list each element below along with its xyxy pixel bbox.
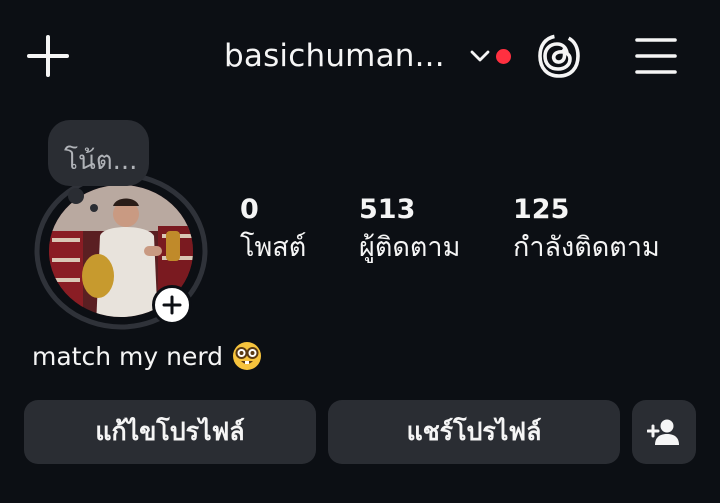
notification-dot — [496, 49, 511, 64]
stat-posts-label: โพสต์ — [240, 232, 307, 263]
add-story-button[interactable] — [152, 285, 192, 325]
threads-icon — [538, 34, 580, 78]
stat-followers-value: 513 — [359, 194, 416, 225]
share-profile-button[interactable]: แชร์โปรไฟล์ — [328, 400, 620, 464]
chevron-down-icon — [470, 50, 490, 62]
stat-following-label: กำลังติดตาม — [513, 232, 660, 263]
nerd-face-emoji — [233, 342, 262, 370]
account-switcher[interactable]: basichuman... — [224, 34, 491, 78]
share-profile-label: แชร์โปรไฟล์ — [406, 417, 542, 446]
edit-profile-label: แก้ไขโปรไฟล์ — [95, 417, 245, 446]
edit-profile-button[interactable]: แก้ไขโปรไฟล์ — [24, 400, 316, 464]
username: basichuman... — [224, 38, 445, 74]
plus-icon — [162, 295, 182, 315]
plus-icon — [27, 35, 69, 77]
menu-button[interactable] — [634, 36, 678, 76]
stat-posts-value: 0 — [240, 194, 259, 225]
note-bubble-tail-dot — [90, 204, 98, 212]
stat-posts[interactable]: 0 โพสต์ — [240, 194, 306, 268]
note-bubble-tail — [68, 188, 84, 204]
add-person-icon — [647, 419, 679, 445]
stat-following-value: 125 — [513, 194, 570, 225]
menu-icon — [635, 38, 677, 74]
bio-text: match my nerd — [32, 341, 224, 371]
create-button[interactable] — [26, 34, 70, 78]
stat-following[interactable]: 125 กำลังติดตาม — [513, 194, 660, 268]
note-placeholder: โน้ต... — [64, 146, 138, 176]
stat-followers-label: ผู้ติดตาม — [359, 232, 461, 263]
bio: match my nerd — [32, 340, 263, 372]
threads-button[interactable] — [536, 32, 582, 80]
discover-people-button[interactable] — [632, 400, 696, 464]
stat-followers[interactable]: 513 ผู้ติดตาม — [359, 194, 460, 268]
